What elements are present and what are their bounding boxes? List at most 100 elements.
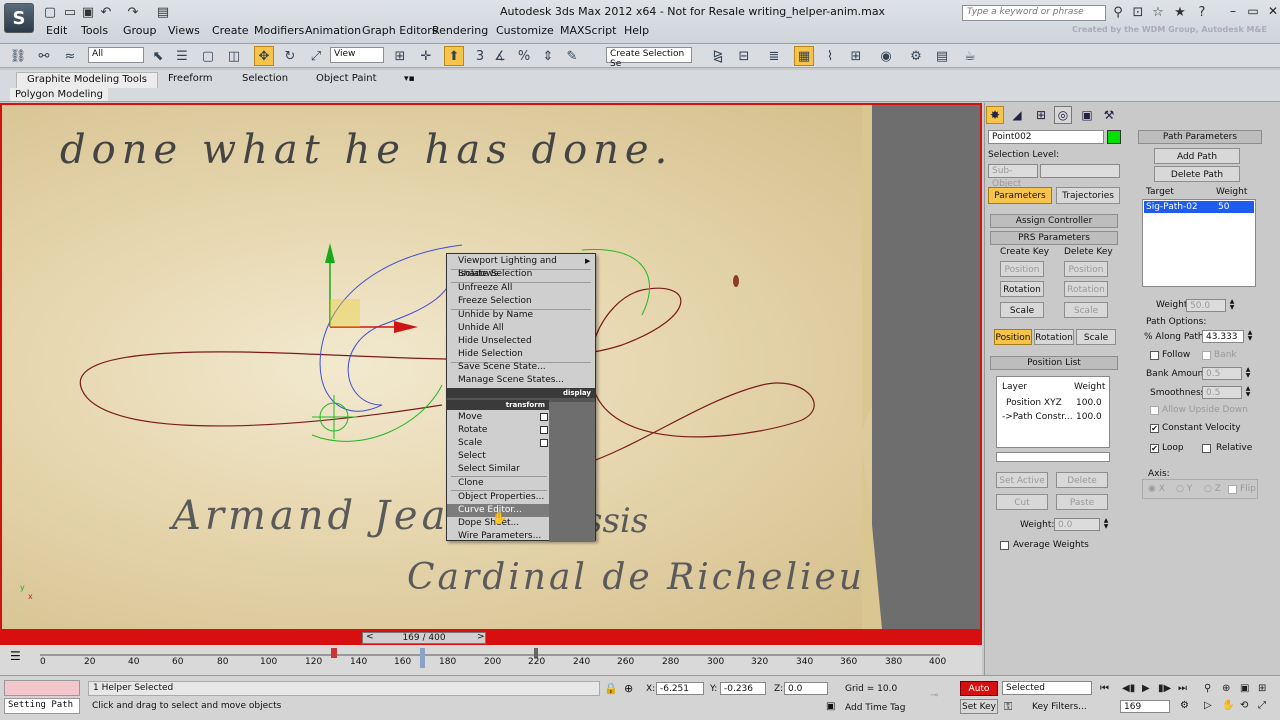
rectangular-selection-icon[interactable]: ▢ — [198, 46, 218, 66]
tab-selection[interactable]: Selection — [232, 72, 298, 88]
qm-manage-scene-states[interactable]: Manage Scene States... — [447, 374, 595, 387]
layer-weight-spinner[interactable]: 0.0 — [1054, 518, 1100, 531]
position-list-rollout[interactable]: Position List — [990, 356, 1118, 370]
trajectories-tab-button[interactable]: Trajectories — [1056, 187, 1120, 204]
key-icon[interactable]: ⚿ — [1004, 700, 1012, 714]
named-selection-dropdown[interactable]: Create Selection Se — [606, 47, 692, 69]
qm-rotate-settings-icon[interactable] — [540, 426, 548, 434]
y-coordinate-field[interactable]: -0.236 — [720, 682, 766, 695]
flip-checkbox[interactable] — [1228, 485, 1237, 494]
qm-unfreeze-all[interactable]: Unfreeze All — [447, 282, 595, 295]
render-setup-icon[interactable]: ⚙ — [906, 46, 926, 66]
path-weight-spinner[interactable]: 50.0 — [1186, 299, 1226, 312]
display-panel-icon[interactable]: ▣ — [1078, 106, 1096, 124]
selection-lock-icon[interactable]: 🔒 — [604, 682, 618, 695]
time-slider-thumb[interactable]: 169 / 400 — [362, 632, 486, 644]
create-rotation-key-button[interactable]: Rotation — [1000, 281, 1044, 297]
x-coordinate-field[interactable]: -6.251 — [656, 682, 704, 695]
field-of-view-icon[interactable]: ▷ — [1204, 700, 1212, 711]
layer-name-field[interactable] — [996, 452, 1110, 462]
mini-curve-editor-icon[interactable]: ☰ — [10, 649, 21, 663]
edit-named-selection-icon[interactable]: ✎ — [562, 46, 582, 66]
create-scale-key-button[interactable]: Scale — [1000, 302, 1044, 318]
align-icon[interactable]: ⊟ — [734, 46, 754, 66]
menu-group[interactable]: Group — [123, 24, 157, 37]
path-parameters-rollout[interactable]: Path Parameters — [1138, 130, 1262, 144]
binoculars-icon[interactable]: ⚲ — [1110, 4, 1126, 20]
app-logo-button[interactable]: S — [4, 3, 34, 33]
add-path-button[interactable]: Add Path — [1154, 148, 1240, 164]
rotation-track-button[interactable]: Rotation — [1034, 329, 1074, 345]
play-icon[interactable]: ▶ — [1142, 683, 1150, 694]
go-to-start-icon[interactable]: ⏮ — [1100, 683, 1109, 694]
bind-space-warp-icon[interactable]: ≈ — [60, 46, 80, 66]
pan-icon[interactable]: ✋ — [1222, 700, 1234, 711]
manipulate-icon[interactable]: ✛ — [416, 46, 436, 66]
scale-track-button[interactable]: Scale — [1076, 329, 1116, 345]
delete-position-key-button[interactable]: Position — [1064, 261, 1108, 277]
relative-checkbox[interactable] — [1202, 444, 1211, 453]
along-path-spinner[interactable]: 43.333 — [1202, 330, 1244, 343]
window-crossing-icon[interactable]: ◫ — [224, 46, 244, 66]
menu-tools[interactable]: Tools — [81, 24, 108, 37]
object-name-field[interactable]: Point002 — [988, 130, 1104, 144]
qm-scale[interactable]: Scale — [447, 437, 549, 450]
tab-freeform[interactable]: Freeform — [158, 72, 223, 88]
zoom-extents-icon[interactable]: ▣ — [1240, 683, 1249, 694]
reference-coordinate-dropdown[interactable]: View — [330, 47, 384, 63]
qm-object-properties[interactable]: Object Properties... — [447, 491, 549, 504]
cut-button[interactable]: Cut — [996, 494, 1048, 510]
absolute-relative-toggle-icon[interactable]: ⊕ — [624, 682, 633, 695]
unlink-icon[interactable]: ⚯ — [34, 46, 54, 66]
selection-filter-dropdown[interactable]: All — [88, 47, 144, 63]
current-frame-field[interactable]: 169 — [1120, 700, 1170, 713]
selection-set-dropdown[interactable]: Selected — [1002, 681, 1092, 695]
search-input[interactable]: Type a keyword or phrase — [962, 5, 1106, 21]
zoom-all-icon[interactable]: ⊕ — [1222, 683, 1230, 694]
percent-snap-icon[interactable]: % — [514, 46, 534, 66]
communication-icon[interactable]: ☆ — [1150, 4, 1166, 20]
motion-panel-icon[interactable]: ◎ — [1054, 106, 1072, 124]
delete-rotation-key-button[interactable]: Rotation — [1064, 281, 1108, 297]
graphite-toggle-icon[interactable]: ▦ — [794, 46, 814, 66]
qm-save-scene-state[interactable]: Save Scene State... — [447, 361, 595, 374]
qm-wire-parameters[interactable]: Wire Parameters... — [447, 530, 549, 541]
z-coordinate-field[interactable]: 0.0 — [784, 682, 828, 695]
assign-controller-rollout[interactable]: Assign Controller — [990, 214, 1118, 228]
minimize-button[interactable]: – — [1222, 3, 1244, 19]
angle-snap-icon[interactable]: ∡ — [490, 46, 510, 66]
key-filters-button[interactable]: Key Filters... — [1032, 702, 1087, 712]
next-frame-icon[interactable]: ▮▶ — [1158, 683, 1171, 694]
qm-unhide-all[interactable]: Unhide All — [447, 322, 595, 335]
pivot-center-icon[interactable]: ⊞ — [390, 46, 410, 66]
sub-object-button[interactable]: Sub-Object — [988, 164, 1038, 189]
key-mode-toggle-icon[interactable]: ⊸ — [930, 690, 938, 701]
spinner-arrows-icon[interactable]: ▲ ▼ — [1246, 330, 1254, 343]
schematic-view-icon[interactable]: ⊞ — [846, 46, 866, 66]
create-position-key-button[interactable]: Position — [1000, 261, 1044, 277]
axis-x-radio[interactable]: ◉ X — [1148, 484, 1165, 494]
ribbon-panel-polygon-modeling[interactable]: Polygon Modeling — [10, 88, 108, 101]
qm-hide-selection[interactable]: Hide Selection — [447, 348, 595, 361]
save-icon[interactable]: ▣ — [80, 4, 96, 20]
curve-editor-icon[interactable]: ⌇ — [820, 46, 840, 66]
qm-hide-unselected[interactable]: Hide Unselected — [447, 335, 595, 348]
follow-checkbox[interactable] — [1150, 351, 1159, 360]
qm-move[interactable]: Move — [447, 411, 549, 424]
menu-help[interactable]: Help — [624, 24, 649, 37]
previous-frame-icon[interactable]: ◀▮ — [1122, 683, 1135, 694]
select-and-scale-icon[interactable]: ⤢ — [306, 46, 326, 66]
qm-select[interactable]: Select — [447, 450, 549, 463]
qm-viewport-lighting[interactable]: Viewport Lighting and Shadows — [447, 255, 595, 279]
snaps-toggle-icon[interactable]: 3 — [470, 46, 490, 66]
qm-move-settings-icon[interactable] — [540, 413, 548, 421]
sub-object-dropdown[interactable] — [1040, 164, 1120, 178]
key-marker[interactable] — [331, 648, 337, 658]
axis-z-radio[interactable]: ○ Z — [1204, 484, 1221, 494]
select-and-move-icon[interactable]: ✥ — [254, 46, 274, 66]
utilities-panel-icon[interactable]: ⚒ — [1100, 106, 1118, 124]
next-frame-arrow[interactable]: > — [477, 632, 485, 642]
set-key-button[interactable]: Set Key — [960, 699, 998, 714]
zoom-icon[interactable]: ⚲ — [1204, 683, 1211, 694]
ribbon-options-icon[interactable]: ▾▪ — [404, 74, 415, 84]
